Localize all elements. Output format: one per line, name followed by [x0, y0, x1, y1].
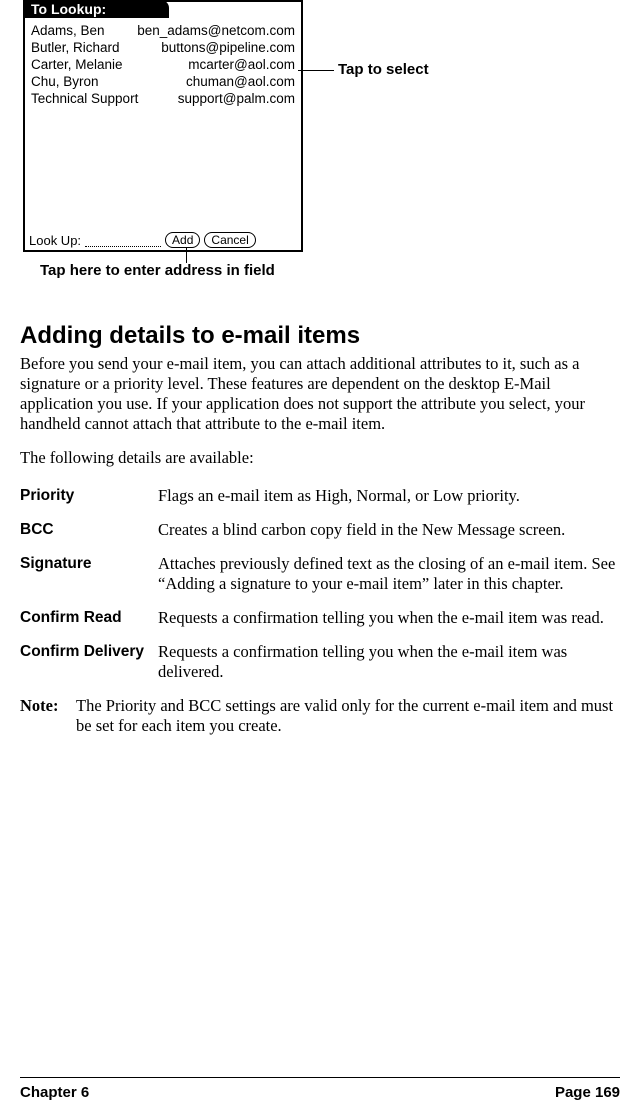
contact-name: Technical Support: [31, 90, 138, 107]
table-row: Confirm Delivery Requests a confirmation…: [20, 642, 620, 682]
def-desc: Attaches previously defined text as the …: [158, 554, 620, 594]
figure-area: To Lookup: Adams, Ben ben_adams@netcom.c…: [20, 0, 620, 290]
def-term: Confirm Delivery: [20, 642, 158, 682]
note-block: Note: The Priority and BCC settings are …: [20, 696, 620, 736]
footer-chapter: Chapter 6: [20, 1084, 89, 1101]
table-row: Confirm Read Requests a confirmation tel…: [20, 608, 620, 628]
definition-table: Priority Flags an e-mail item as High, N…: [20, 486, 620, 682]
def-desc: Flags an e-mail item as High, Normal, or…: [158, 486, 620, 506]
contact-list: Adams, Ben ben_adams@netcom.com Butler, …: [25, 18, 301, 107]
contact-email: chuman@aol.com: [186, 73, 295, 90]
def-desc: Requests a confirmation telling you when…: [158, 608, 620, 628]
def-term: BCC: [20, 520, 158, 540]
lookup-label: Look Up:: [29, 233, 81, 248]
contact-email: ben_adams@netcom.com: [137, 22, 295, 39]
def-desc: Creates a blind carbon copy field in the…: [158, 520, 620, 540]
body-paragraph: Before you send your e-mail item, you ca…: [20, 354, 620, 434]
note-text: The Priority and BCC settings are valid …: [76, 696, 620, 736]
def-term: Confirm Read: [20, 608, 158, 628]
contact-name: Chu, Byron: [31, 73, 99, 90]
table-row: BCC Creates a blind carbon copy field in…: [20, 520, 620, 540]
dialog-title: To Lookup:: [23, 0, 169, 18]
note-label: Note:: [20, 696, 76, 736]
contact-email: buttons@pipeline.com: [161, 39, 295, 56]
add-button[interactable]: Add: [165, 232, 200, 248]
contact-name: Adams, Ben: [31, 22, 105, 39]
page-footer: Chapter 6 Page 169: [20, 1077, 620, 1101]
list-item[interactable]: Carter, Melanie mcarter@aol.com: [31, 56, 295, 73]
list-item[interactable]: Butler, Richard buttons@pipeline.com: [31, 39, 295, 56]
def-term: Signature: [20, 554, 158, 594]
body-paragraph: The following details are available:: [20, 448, 620, 468]
footer-page: Page 169: [555, 1084, 620, 1101]
contact-name: Butler, Richard: [31, 39, 120, 56]
contact-name: Carter, Melanie: [31, 56, 123, 73]
callout-line: [186, 248, 187, 263]
table-row: Signature Attaches previously defined te…: [20, 554, 620, 594]
contact-email: mcarter@aol.com: [188, 56, 295, 73]
list-item[interactable]: Chu, Byron chuman@aol.com: [31, 73, 295, 90]
callout-tap-to-select: Tap to select: [338, 61, 429, 78]
palm-lookup-dialog: To Lookup: Adams, Ben ben_adams@netcom.c…: [23, 0, 303, 252]
contact-email: support@palm.com: [178, 90, 295, 107]
section-heading: Adding details to e-mail items: [20, 322, 620, 350]
list-item[interactable]: Technical Support support@palm.com: [31, 90, 295, 107]
lookup-input[interactable]: [85, 234, 161, 247]
def-desc: Requests a confirmation telling you when…: [158, 642, 620, 682]
def-term: Priority: [20, 486, 158, 506]
cancel-button[interactable]: Cancel: [204, 232, 255, 248]
callout-line: [298, 70, 334, 71]
list-item[interactable]: Adams, Ben ben_adams@netcom.com: [31, 22, 295, 39]
table-row: Priority Flags an e-mail item as High, N…: [20, 486, 620, 506]
callout-tap-here: Tap here to enter address in field: [40, 262, 275, 279]
